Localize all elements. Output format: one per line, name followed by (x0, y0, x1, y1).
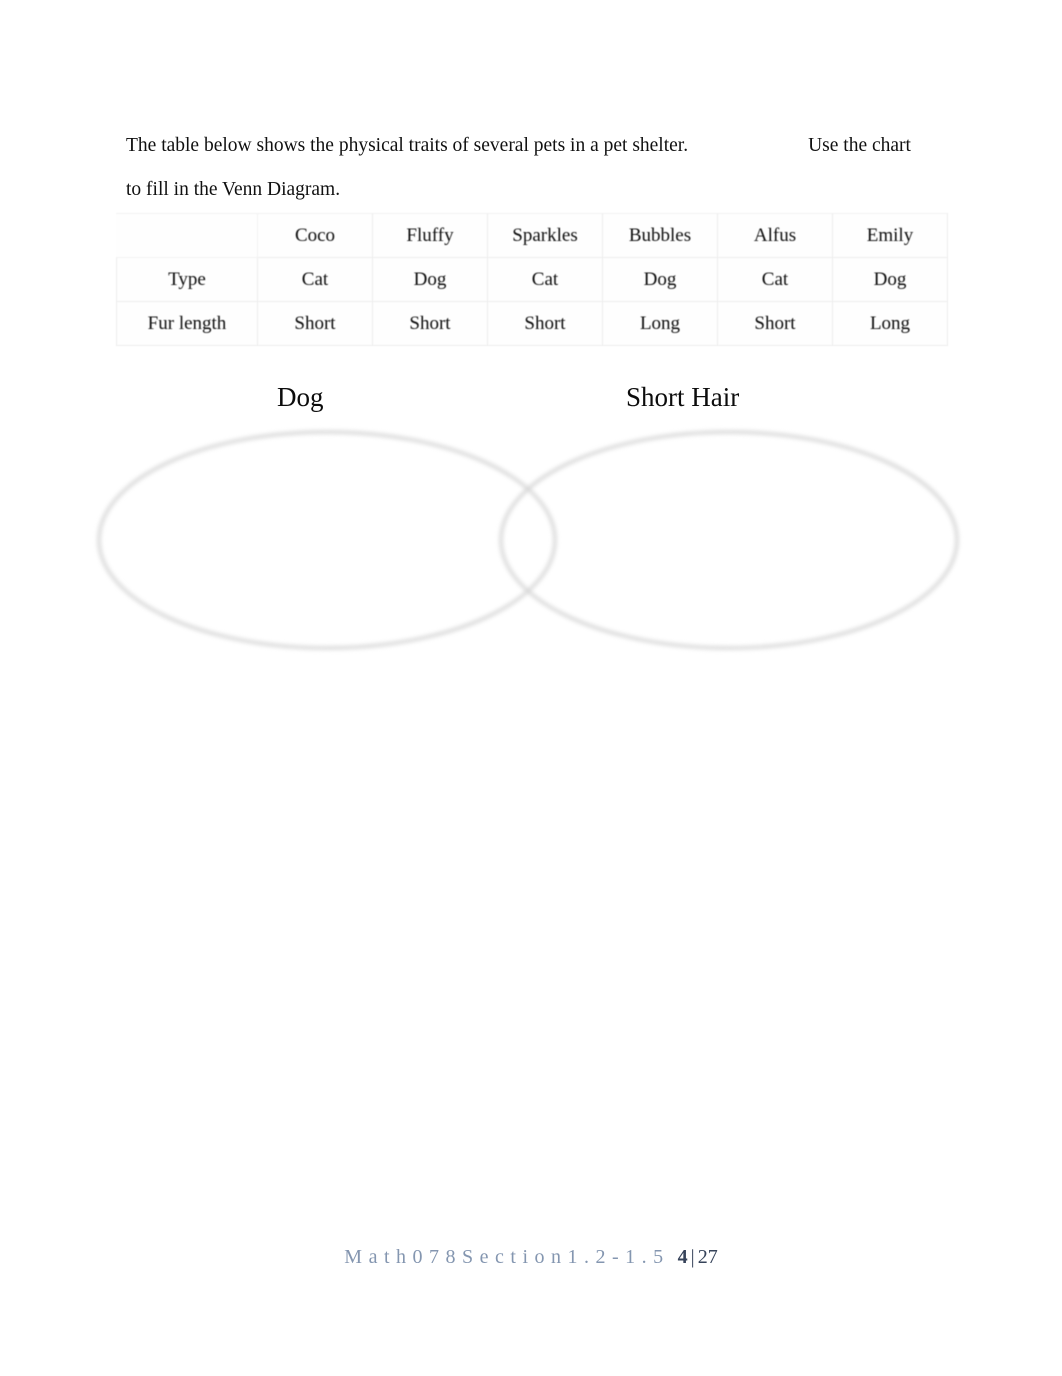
intro-sentence-1: The table below shows the physical trait… (126, 135, 689, 156)
traits-table: Coco Fluffy Sparkles Bubbles Alfus Emily… (116, 213, 948, 346)
footer-page-total: 27 (697, 1246, 718, 1268)
table-cell: Cat (257, 257, 373, 302)
table-cell: Short (717, 301, 833, 346)
traits-table-container: Coco Fluffy Sparkles Bubbles Alfus Emily… (116, 213, 948, 346)
table-row-header: Fur length (116, 301, 258, 346)
table-column-header: Sparkles (487, 213, 603, 258)
table-header-row: Coco Fluffy Sparkles Bubbles Alfus Emily (116, 213, 948, 258)
intro-paragraph: The table below shows the physical trait… (126, 124, 926, 212)
table-cell: Dog (602, 257, 718, 302)
footer-page-number: 4 (677, 1246, 688, 1268)
table-column-header: Emily (832, 213, 948, 258)
table-column-header: Alfus (717, 213, 833, 258)
table-cell: Long (832, 301, 948, 346)
footer-page-separator: | (690, 1246, 695, 1268)
table-column-header: Coco (257, 213, 373, 258)
table-corner-cell (116, 213, 258, 258)
venn-left-ellipse (97, 430, 557, 650)
table-cell: Dog (832, 257, 948, 302)
table-row: Fur length Short Short Short Long Short … (116, 301, 948, 346)
table-cell: Short (487, 301, 603, 346)
page-footer: Math078Section1.2-1.5 4 | 27 (0, 1246, 1062, 1269)
footer-document-id: Math078Section1.2-1.5 (344, 1246, 670, 1268)
table-cell: Cat (717, 257, 833, 302)
table-cell: Short (372, 301, 488, 346)
table-column-header: Fluffy (372, 213, 488, 258)
venn-diagram: Dog Short Hair (0, 370, 1062, 670)
table-column-header: Bubbles (602, 213, 718, 258)
table-cell: Short (257, 301, 373, 346)
table-row-header: Type (116, 257, 258, 302)
venn-right-ellipse (499, 430, 959, 650)
table-row: Type Cat Dog Cat Dog Cat Dog (116, 257, 948, 302)
table-cell: Long (602, 301, 718, 346)
table-cell: Dog (372, 257, 488, 302)
table-cell: Cat (487, 257, 603, 302)
venn-circles-svg (97, 430, 959, 650)
